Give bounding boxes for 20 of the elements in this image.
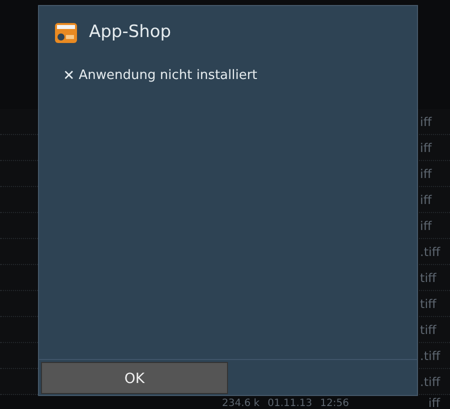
ok-button[interactable]: OK bbox=[41, 362, 228, 394]
file-name: iff bbox=[420, 218, 432, 234]
file-time: 12:56 bbox=[320, 396, 349, 409]
error-message: Anwendung nicht installiert bbox=[78, 67, 258, 86]
file-name: iff bbox=[420, 192, 432, 208]
file-name: iff bbox=[420, 114, 432, 130]
file-date: 01.11.13 bbox=[268, 396, 312, 409]
file-name: .tiff bbox=[420, 348, 440, 364]
file-name: .tiff bbox=[420, 244, 440, 260]
dialog-title: App-Shop bbox=[89, 21, 172, 44]
file-name: tiff bbox=[420, 322, 436, 338]
file-name: iff bbox=[420, 166, 432, 182]
file-size: 234.6 k bbox=[222, 396, 260, 409]
file-name: iff bbox=[428, 395, 442, 409]
file-name: iff bbox=[420, 140, 432, 156]
error-icon: ✕ bbox=[63, 66, 75, 86]
file-name: .tiff bbox=[420, 374, 440, 390]
app-store-icon bbox=[55, 22, 77, 44]
file-name: tiff bbox=[420, 296, 436, 312]
file-name: tiff bbox=[420, 270, 436, 286]
